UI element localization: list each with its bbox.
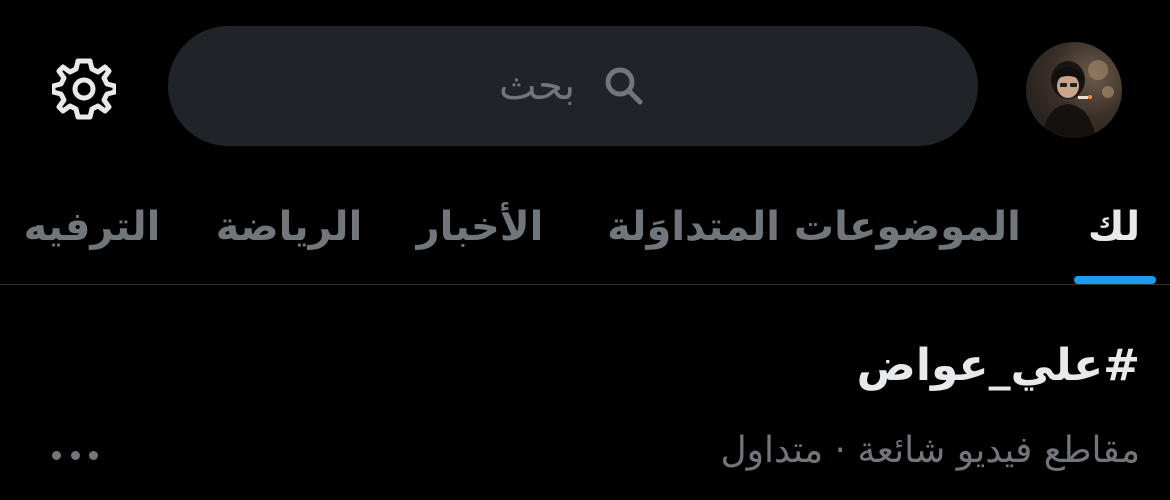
search-bar[interactable]: بحث <box>168 26 978 146</box>
search-icon <box>601 63 647 109</box>
gear-icon[interactable] <box>50 55 118 123</box>
tab-entertainment[interactable]: الترفيه <box>24 170 161 284</box>
more-horizontal-icon[interactable] <box>52 447 98 463</box>
trend-meta: مقاطع فيديو شائعة · متداول <box>720 430 1140 471</box>
trend-item[interactable]: #علي_عواض مقاطع فيديو شائعة · متداول <box>0 285 1170 500</box>
tab-bar: لك الموضوعات المتداوَلة الأخبار الرياضة … <box>0 170 1170 284</box>
tab-trending[interactable]: الموضوعات المتداوَلة <box>598 170 1030 284</box>
tab-sports[interactable]: الرياضة <box>214 170 364 284</box>
trend-title[interactable]: #علي_عواض <box>857 340 1140 391</box>
more-dot <box>52 450 61 460</box>
tab-news[interactable]: الأخبار <box>414 170 546 284</box>
tab-for-you[interactable]: لك <box>1082 170 1146 284</box>
avatar-image <box>1042 60 1114 138</box>
top-bar: بحث <box>0 0 1170 170</box>
more-dot <box>89 450 98 460</box>
more-dot <box>70 450 80 460</box>
profile-avatar[interactable] <box>1026 42 1122 138</box>
search-placeholder: بحث <box>498 63 576 109</box>
active-tab-indicator <box>1074 276 1156 284</box>
